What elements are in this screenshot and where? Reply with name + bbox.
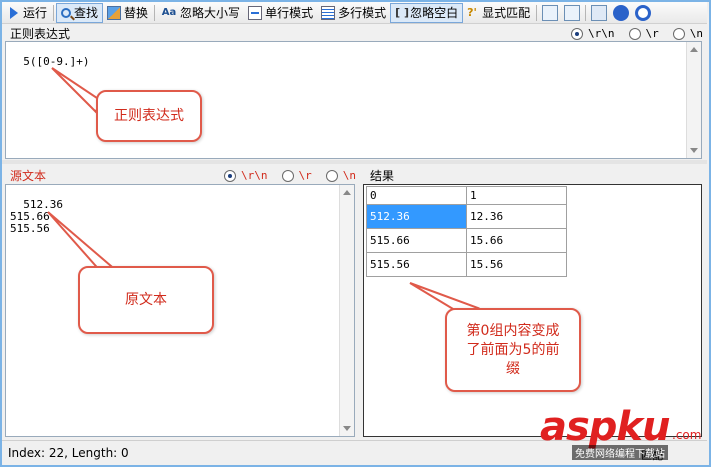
- watermark-suffix: .com: [672, 428, 702, 442]
- callout-pointers: [47, 67, 480, 320]
- regex-callout-text: 正则表达式: [114, 107, 184, 124]
- result-callout-text: 第0组内容变成了前面为5的前缀: [466, 322, 560, 377]
- source-callout: 原文本: [78, 266, 214, 334]
- source-callout-text: 原文本: [125, 291, 167, 308]
- regex-callout-pointer: [51, 67, 102, 114]
- watermark-subtitle: 免费网络编程下载站: [572, 445, 668, 460]
- result-callout: 第0组内容变成了前面为5的前缀: [445, 308, 581, 392]
- watermark-logo: aspku: [540, 404, 671, 450]
- regex-callout: 正则表达式: [96, 90, 202, 142]
